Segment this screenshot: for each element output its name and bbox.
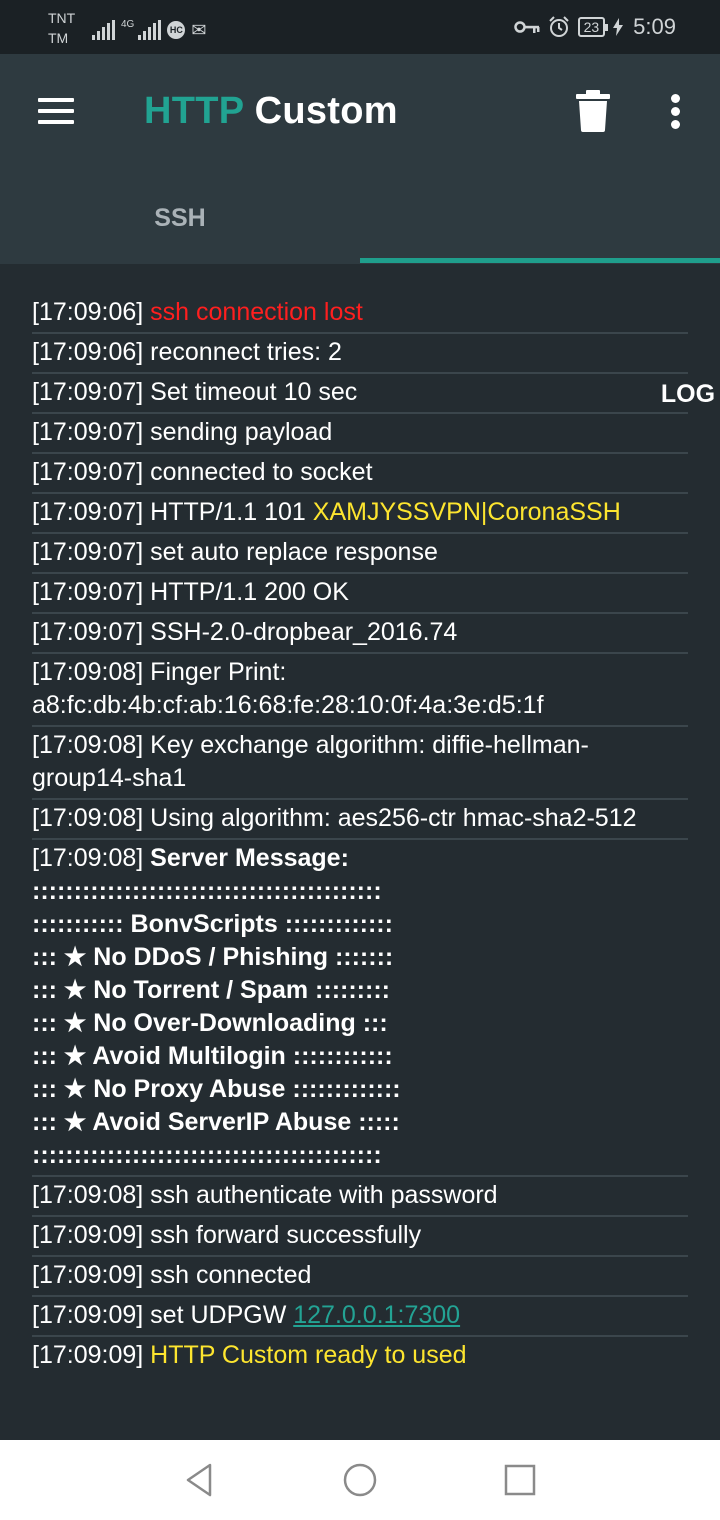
log-time: [17:09:09] <box>32 1261 144 1289</box>
server-message-line: ::: ★ No Over-Downloading ::: <box>32 1009 388 1037</box>
server-message-line: ::: ★ Avoid Multilogin :::::::::::: <box>32 1042 393 1070</box>
log-time: [17:09:08] <box>32 804 144 832</box>
status-bar: TNT TM 4G HC ✉ 23 5:09 <box>0 0 720 54</box>
log-time: [17:09:06] <box>32 338 144 366</box>
carrier-line-1: TNT <box>48 10 76 26</box>
log-row: [17:09:07] HTTP/1.1 200 OK <box>32 574 688 614</box>
log-row: [17:09:07] Set timeout 10 sec <box>32 374 688 414</box>
log-time: [17:09:08] <box>32 731 144 759</box>
log-text: ssh authenticate with password <box>150 1181 498 1209</box>
log-row: [17:09:08] Using algorithm: aes256-ctr h… <box>32 800 688 840</box>
log-text: HTTP Custom ready to used <box>150 1341 467 1369</box>
server-message-line: ::: ★ No DDoS / Phishing ::::::: <box>32 943 394 971</box>
server-message-line: ::::::::::: BonvScripts ::::::::::::: <box>32 910 393 938</box>
signal-icon <box>92 20 115 40</box>
log-text: Set timeout 10 sec <box>150 378 358 406</box>
log-time: [17:09:07] <box>32 378 144 406</box>
log-text: connected to socket <box>150 458 373 486</box>
app-title: HTTP Custom <box>144 90 398 133</box>
log-time: [17:09:08] <box>32 844 144 872</box>
log-time: [17:09:07] <box>32 538 144 566</box>
alarm-icon <box>548 16 569 37</box>
trash-icon[interactable] <box>576 90 610 132</box>
carrier-label: TNT TM <box>48 8 75 48</box>
log-time: [17:09:08] <box>32 658 144 686</box>
log-row: [17:09:06] reconnect tries: 2 <box>32 334 688 374</box>
log-text: sending payload <box>150 418 333 446</box>
log-time: [17:09:07] <box>32 618 144 646</box>
log-row: [17:09:09] set UDPGW 127.0.0.1:7300 <box>32 1297 688 1337</box>
log-row: [17:09:07] set auto replace response <box>32 534 688 574</box>
udpgw-link[interactable]: 127.0.0.1:7300 <box>293 1301 460 1329</box>
log-text: reconnect tries: 2 <box>150 338 342 366</box>
gmail-icon: ✉ <box>191 20 207 40</box>
log-time: [17:09:07] <box>32 498 144 526</box>
log-text: SSH-2.0-dropbear_2016.74 <box>150 618 458 646</box>
home-icon[interactable] <box>340 1460 380 1500</box>
tab-ssh[interactable]: SSH <box>0 172 360 264</box>
log-time: [17:09:09] <box>32 1221 144 1249</box>
log-row-server-message: [17:09:08] Server Message: :::::::::::::… <box>32 840 688 1177</box>
log-row: [17:09:07] connected to socket <box>32 454 688 494</box>
log-text: set UDPGW <box>150 1301 287 1329</box>
hc-badge-icon: HC <box>167 21 186 39</box>
log-row: [17:09:09] HTTP Custom ready to used <box>32 1337 688 1375</box>
log-row: [17:09:06] ssh connection lost <box>32 294 688 334</box>
server-message-line: ::: ★ No Proxy Abuse ::::::::::::: <box>32 1075 401 1103</box>
recents-icon[interactable] <box>500 1460 540 1500</box>
back-icon[interactable] <box>180 1460 220 1500</box>
battery-icon: 23 <box>577 17 608 37</box>
log-text: set auto replace response <box>150 538 438 566</box>
clock: 5:09 <box>633 14 676 39</box>
log-row: [17:09:09] ssh connected <box>32 1257 688 1297</box>
carrier-line-2: TM <box>48 30 69 46</box>
log-time: [17:09:08] <box>32 1181 144 1209</box>
log-time: [17:09:07] <box>32 458 144 486</box>
log-row: [17:09:08] Key exchange algorithm: diffi… <box>32 727 688 800</box>
network-type-label: 4G <box>121 19 135 30</box>
log-row: [17:09:07] SSH-2.0-dropbear_2016.74 <box>32 614 688 654</box>
log-text: ssh connection lost <box>150 298 363 326</box>
log-row: [17:09:08] Finger Print: a8:fc:db:4b:cf:… <box>32 654 688 727</box>
log-time: [17:09:07] <box>32 418 144 446</box>
log-text: ssh connected <box>150 1261 312 1289</box>
log-row: [17:09:09] ssh forward successfully <box>32 1217 688 1257</box>
server-message-line: ::::::::::::::::::::::::::::::::::::::::… <box>32 877 382 905</box>
tab-indicator <box>360 258 720 263</box>
charging-icon <box>613 18 624 36</box>
log-text: Using algorithm: aes256-ctr hmac-sha2-51… <box>150 804 637 832</box>
log-row: [17:09:07] HTTP/1.1 101 XAMJYSSVPN|Coron… <box>32 494 688 534</box>
log-text: Server Message: <box>150 844 349 872</box>
log-list[interactable]: [17:09:06] ssh connection lost [17:09:06… <box>32 294 688 1375</box>
log-time: [17:09:09] <box>32 1341 144 1369</box>
navigation-bar <box>0 1440 720 1520</box>
app-bar: HTTP Custom SSH LOG <box>0 54 720 408</box>
log-time: [17:09:06] <box>32 298 144 326</box>
signal-icon-2 <box>138 20 162 40</box>
log-response-header: XAMJYSSVPN|CoronaSSH <box>312 498 621 526</box>
log-row: [17:09:08] ssh authenticate with passwor… <box>32 1177 688 1217</box>
vpn-key-icon <box>513 21 540 33</box>
log-time: [17:09:07] <box>32 578 144 606</box>
app-title-custom: Custom <box>254 90 398 132</box>
log-row: [17:09:07] sending payload <box>32 414 688 454</box>
server-message-line: ::::::::::::::::::::::::::::::::::::::::… <box>32 1141 382 1169</box>
more-vert-icon[interactable] <box>664 92 688 132</box>
log-time: [17:09:09] <box>32 1301 144 1329</box>
server-message-line: ::: ★ Avoid ServerIP Abuse ::::: <box>32 1108 400 1136</box>
log-text: HTTP/1.1 200 OK <box>150 578 349 606</box>
log-text: ssh forward successfully <box>150 1221 422 1249</box>
server-message-line: ::: ★ No Torrent / Spam ::::::::: <box>32 976 390 1004</box>
menu-icon[interactable] <box>36 96 76 126</box>
log-text: HTTP/1.1 101 <box>150 498 306 526</box>
app-title-http: HTTP <box>144 90 244 132</box>
